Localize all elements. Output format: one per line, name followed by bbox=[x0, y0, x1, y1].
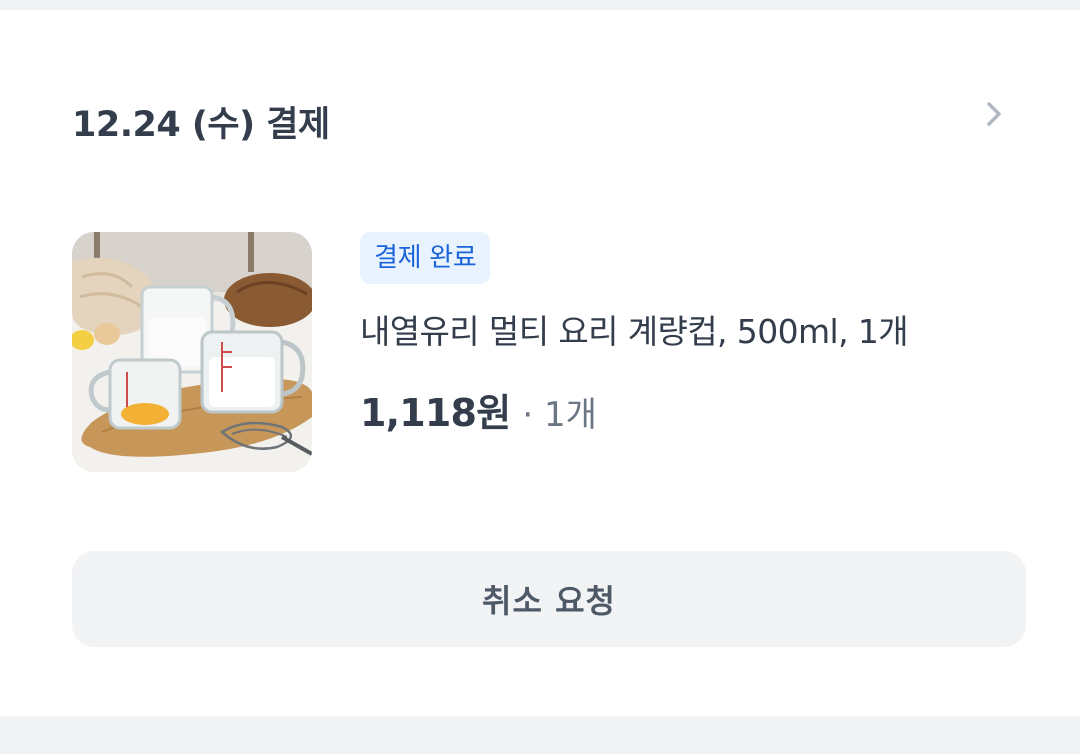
product-price: 1,118원 bbox=[360, 391, 511, 435]
top-separator bbox=[0, 0, 1080, 10]
price-row: 1,118원 · 1개 bbox=[360, 382, 597, 438]
product-image[interactable] bbox=[72, 232, 312, 472]
cancel-request-button[interactable]: 취소 요청 bbox=[72, 551, 1026, 647]
bottom-separator bbox=[0, 716, 1080, 754]
order-date-title: 12.24 (수) 결제 bbox=[72, 105, 330, 145]
product-quantity: · 1개 bbox=[522, 395, 597, 435]
payment-status-badge: 결제 완료 bbox=[360, 232, 491, 284]
product-name[interactable]: 내열유리 멀티 요리 계량컵, 500ml, 1개 bbox=[360, 305, 909, 353]
order-header[interactable]: 12.24 (수) 결제 bbox=[72, 92, 1016, 152]
chevron-right-icon[interactable] bbox=[972, 92, 1016, 136]
cancel-request-label: 취소 요청 bbox=[482, 582, 616, 620]
